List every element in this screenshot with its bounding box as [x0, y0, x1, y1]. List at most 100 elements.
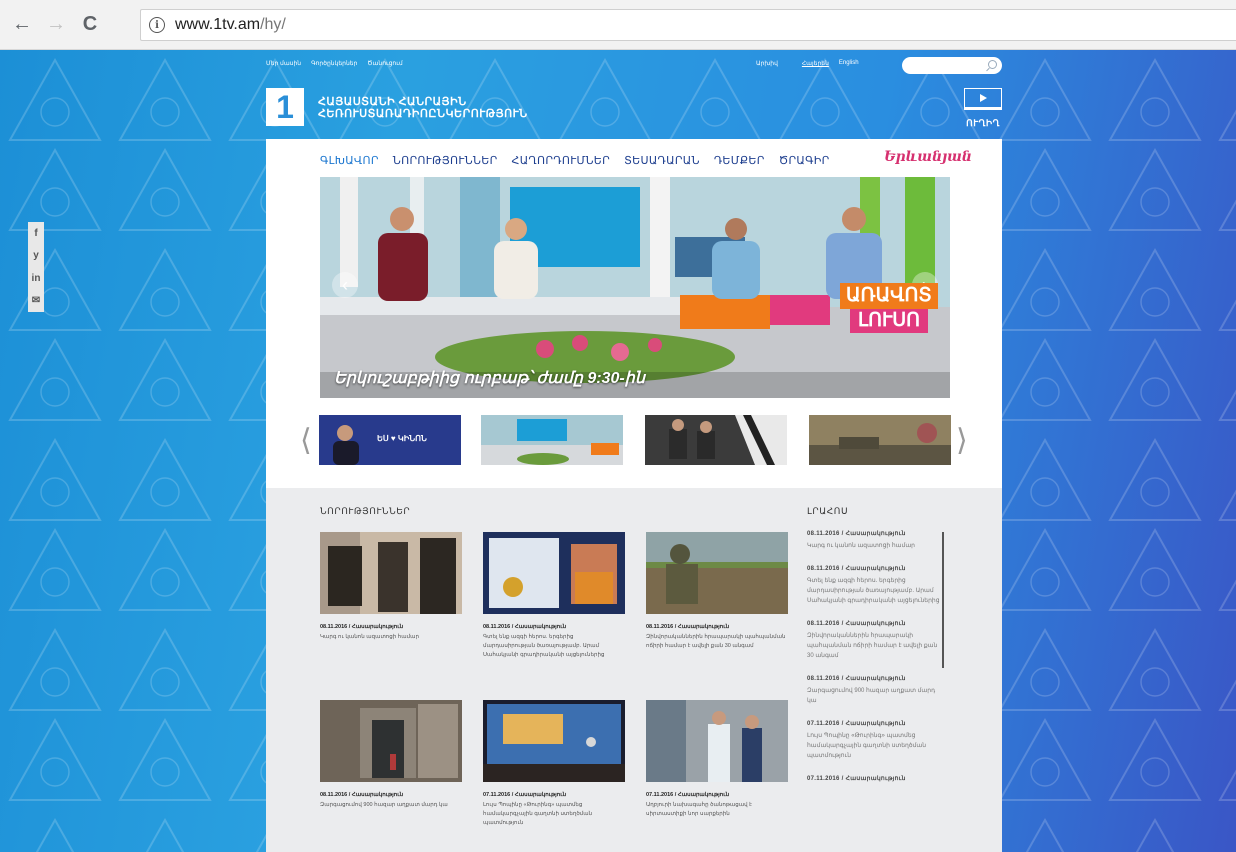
url-host: www.1tv.am [175, 16, 261, 33]
news-headline[interactable]: Կարգ ու կանոն ազատոցի համար [320, 633, 462, 642]
social-sidebar: f y in ✉ [28, 222, 44, 312]
news-headline[interactable]: Աղբյուրի նախագահը ծանոթացավ է սիրտաստիքի… [646, 801, 788, 819]
feed-text[interactable]: Կարգ ու կանոն ազատոցի համար [807, 541, 945, 551]
news-image [646, 700, 788, 782]
news-card[interactable]: 08.11.2016 / Հասարակություն Կարգ ու կանո… [320, 532, 462, 642]
yerevanyan-logo[interactable]: Երևանյան [884, 149, 972, 165]
back-icon[interactable]: ← [10, 13, 34, 37]
news-date: 08.11.2016 / Հասարակություն [646, 624, 730, 630]
news-headline[interactable]: Զինվորականներին հրապարակի պահպանման ոճիր… [646, 633, 788, 651]
hero-caption[interactable]: Երկուշաբթիից ուրբաթ՝ ժամը 9:30-ին [334, 368, 645, 388]
news-image [320, 532, 462, 614]
thumbnail-carousel: ⟨ ԵՍ ♥ ԿԻՆՈՆ ⟩ [300, 415, 970, 465]
feed-item[interactable]: 08.11.2016 / Հասարակություն Գտել ենք ազգի… [807, 565, 945, 606]
main-content: ԳԼԽԱՎՈՐ ՆՈՐՈՒԹՅՈՒՆՆԵՐ ՀԱՂՈՐԴՈՒՄՆԵՐ ՏԵՍԱԴ… [266, 139, 1002, 852]
lang-en-link[interactable]: English [839, 60, 859, 67]
news-card[interactable]: 07.11.2016 / Հասարակություն Լույս Պոպինը… [483, 700, 625, 828]
news-date: 08.11.2016 / Հասարակություն [483, 624, 567, 630]
search-input[interactable] [902, 57, 1002, 74]
news-image [320, 700, 462, 782]
info-icon[interactable]: i [149, 17, 165, 33]
lang-hy-link[interactable]: Հայերեն [802, 60, 829, 67]
logo-line-1: ՀԱՅԱՍՏԱՆԻ ՀԱՆՐԱՅԻՆ [318, 96, 467, 108]
news-card[interactable]: 07.11.2016 / Հասարակություն Աղբյուրի նախ… [646, 700, 788, 819]
about-link[interactable]: Մեր մասին [266, 60, 301, 67]
menu-item-programs[interactable]: ՀԱՂՈՐԴՈՒՄՆԵՐ [512, 154, 611, 167]
thumbnail-1-label: ԵՍ ♥ ԿԻՆՈՆ [377, 434, 427, 443]
page: f y in ✉ Մեր մասին Գործընկերներ Ծանուցու… [0, 50, 1236, 852]
partners-link[interactable]: Գործընկերներ [311, 60, 357, 67]
feed-date: 07.11.2016 / Հասարակություն [807, 776, 906, 782]
news-image [483, 532, 625, 614]
thumbnail-1[interactable]: ԵՍ ♥ ԿԻՆՈՆ [319, 415, 461, 465]
news-section-title[interactable]: ՆՈՐՈՒԹՅՈՒՆՆԵՐ [320, 506, 410, 517]
thumbnail-3[interactable] [645, 415, 787, 465]
carousel-next-icon[interactable]: ⟩ [956, 423, 968, 458]
news-headline[interactable]: Գտել ենք ազգի հերոս. երգերից մարդասիրութ… [483, 633, 625, 660]
thumbnail-4[interactable] [809, 415, 951, 465]
logo[interactable]: 1 [266, 88, 304, 126]
feed-item[interactable]: 07.11.2016 / Հասարակություն Լույս Պոպինը … [807, 720, 945, 761]
feed-scrollbar[interactable] [942, 532, 944, 668]
menu-item-home[interactable]: ԳԼԽԱՎՈՐ [320, 154, 379, 167]
thumbnail-2[interactable] [481, 415, 623, 465]
news-date: 07.11.2016 / Հասարակություն [646, 792, 730, 798]
feed-date: 08.11.2016 / Հասարակություն [807, 566, 906, 572]
feed-date: 08.11.2016 / Հասարակություն [807, 621, 906, 627]
news-feed: 08.11.2016 / Հասարակություն Կարգ ու կանոն… [807, 530, 945, 852]
feed-text[interactable]: Լույս Պոպինը «Թուրինգ» պատմեց համակարգչա… [807, 731, 945, 761]
menu-item-video[interactable]: ՏԵՍԱԴԱՐԱՆ [624, 154, 700, 167]
menu-item-schedule[interactable]: ԾՐԱԳԻՐ [779, 154, 830, 167]
search-icon[interactable] [988, 60, 997, 69]
logo-digit: 1 [276, 89, 294, 125]
site-topbar: Մեր մասին Գործընկերներ Ծանուցում Արխիվ Հ… [266, 57, 1002, 74]
logo-line-2: ՀԵՌՈՒՍՏԱՌԱԴԻՈԸՆԿԵՐՈՒԹՅՈՒՆ [318, 108, 528, 120]
live-button[interactable]: ՈՒՂԻՂ [964, 88, 1002, 129]
logo-title: ՀԱՅԱՍՏԱՆԻ ՀԱՆՐԱՅԻՆ ՀԵՌՈՒՍՏԱՌԱԴԻՈԸՆԿԵՐՈՒԹ… [318, 96, 528, 120]
news-date: 08.11.2016 / Հասարակություն [320, 624, 404, 630]
feed-text[interactable]: Զինվորականներին հրապարակի պահպանման ոճիր… [807, 631, 945, 661]
reload-icon[interactable]: C [78, 13, 102, 37]
content-section: ՆՈՐՈՒԹՅՈՒՆՆԵՐ ԼՐԱՀՈՍ 08.11.2016 / Հասարա… [266, 488, 1002, 852]
facebook-icon[interactable]: f [34, 228, 37, 239]
feed-date: 08.11.2016 / Հասարակություն [807, 676, 906, 682]
linkedin-icon[interactable]: in [32, 273, 41, 284]
menu-item-news[interactable]: ՆՈՐՈՒԹՅՈՒՆՆԵՐ [393, 154, 498, 167]
address-bar[interactable]: i www.1tv.am/hy/ [140, 9, 1236, 41]
news-card[interactable]: 08.11.2016 / Հասարակություն Գտել ենք ազգ… [483, 532, 625, 660]
feed-date: 08.11.2016 / Հասարակություն [807, 531, 906, 537]
archive-link[interactable]: Արխիվ [756, 60, 778, 67]
news-image [483, 700, 625, 782]
hero-slider[interactable]: ‹ › ԱՌԱՎՈՏ ԼՈՒՍՈ Երկուշաբթիից ուրբաթ՝ ժա… [320, 177, 950, 398]
show-logo: ԱՌԱՎՈՏ ԼՈՒՍՈ [836, 283, 950, 341]
url-path: /hy/ [260, 16, 286, 33]
news-headline[interactable]: Զարգացումով 900 հազար աղքատ մարդ կա [320, 801, 462, 810]
twitter-icon[interactable]: y [33, 250, 39, 261]
feed-text[interactable]: Զարգացումով 900 հազար աղքատ մարդ կա [807, 686, 945, 706]
news-headline[interactable]: Լույս Պոպինը «Թուրինգ» պատմեց համակարգչա… [483, 801, 625, 828]
hero-prev-button[interactable]: ‹ [332, 272, 358, 298]
feed-text[interactable]: Գտել ենք ազգի հերոս. երգերից մարդասիրութ… [807, 576, 945, 606]
feed-item[interactable]: 08.11.2016 / Հասարակություն Կարգ ու կանոն… [807, 530, 945, 551]
ads-link[interactable]: Ծանուցում [367, 60, 402, 67]
menu-item-faces[interactable]: ԴԵՄՔԵՐ [714, 154, 765, 167]
forward-icon[interactable]: → [44, 13, 68, 37]
news-card[interactable]: 08.11.2016 / Հասարակություն Զինվորականնե… [646, 532, 788, 651]
news-image [646, 532, 788, 614]
browser-toolbar: ← → C i www.1tv.am/hy/ [0, 0, 1236, 50]
show-logo-line-2: ԼՈՒՍՈ [850, 309, 929, 333]
feed-item[interactable]: 08.11.2016 / Հասարակություն Զարգացումով 9… [807, 675, 945, 706]
live-label: ՈՒՂԻՂ [966, 118, 1000, 128]
feed-date: 07.11.2016 / Հասարակություն [807, 721, 906, 727]
main-menu: ԳԼԽԱՎՈՐ ՆՈՐՈՒԹՅՈՒՆՆԵՐ ՀԱՂՈՐԴՈՒՄՆԵՐ ՏԵՍԱԴ… [320, 154, 830, 167]
feed-section-title[interactable]: ԼՐԱՀՈՍ [807, 506, 848, 517]
mail-icon[interactable]: ✉ [32, 295, 40, 306]
news-card[interactable]: 08.11.2016 / Հասարակություն Զարգացումով … [320, 700, 462, 810]
news-date: 08.11.2016 / Հասարակություն [320, 792, 404, 798]
url-text: www.1tv.am/hy/ [175, 16, 286, 34]
news-date: 07.11.2016 / Հասարակություն [483, 792, 567, 798]
play-icon [964, 88, 1002, 110]
feed-item[interactable]: 07.11.2016 / Հասարակություն [807, 775, 945, 782]
feed-item[interactable]: 08.11.2016 / Հասարակություն Զինվորականներ… [807, 620, 945, 661]
carousel-prev-icon[interactable]: ⟨ [300, 423, 312, 458]
